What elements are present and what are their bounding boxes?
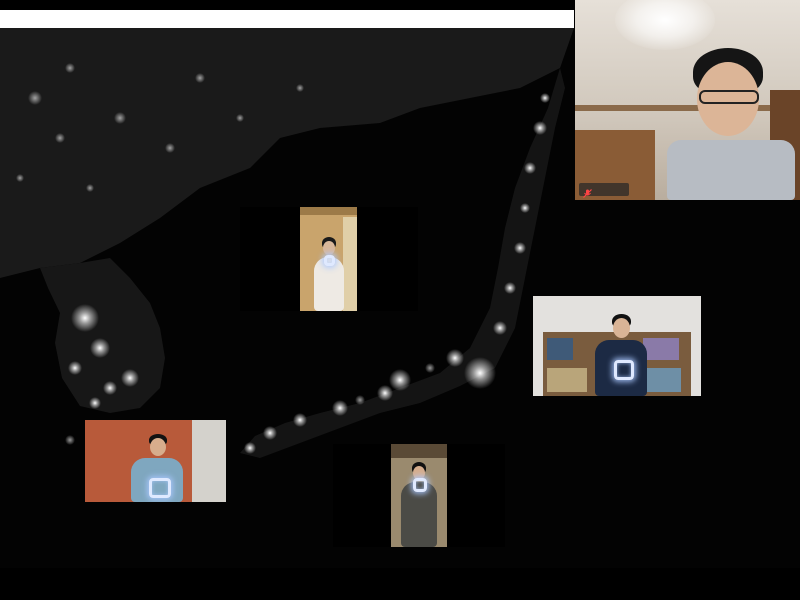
self-name-tag bbox=[579, 183, 629, 198]
participant-video bbox=[85, 420, 226, 502]
participant-video bbox=[300, 207, 357, 311]
participant-video bbox=[391, 444, 447, 547]
participant-tile-right[interactable] bbox=[533, 296, 701, 396]
mic-muted-icon[interactable] bbox=[583, 185, 592, 198]
participant-video bbox=[533, 296, 701, 396]
participant-tile-bottom-center[interactable] bbox=[333, 444, 505, 547]
glowing-square-sign bbox=[324, 255, 335, 266]
self-view-video[interactable] bbox=[575, 0, 800, 200]
top-toolbar-strip bbox=[0, 10, 574, 28]
participant-tile-left-bottom[interactable] bbox=[85, 420, 226, 502]
glowing-square-sign bbox=[413, 478, 427, 492]
glowing-square-sign bbox=[614, 360, 634, 380]
bottom-letterbox bbox=[0, 568, 800, 600]
glasses bbox=[699, 90, 759, 104]
participant-tile-center-top[interactable] bbox=[240, 207, 418, 311]
glowing-square-sign bbox=[149, 478, 171, 498]
